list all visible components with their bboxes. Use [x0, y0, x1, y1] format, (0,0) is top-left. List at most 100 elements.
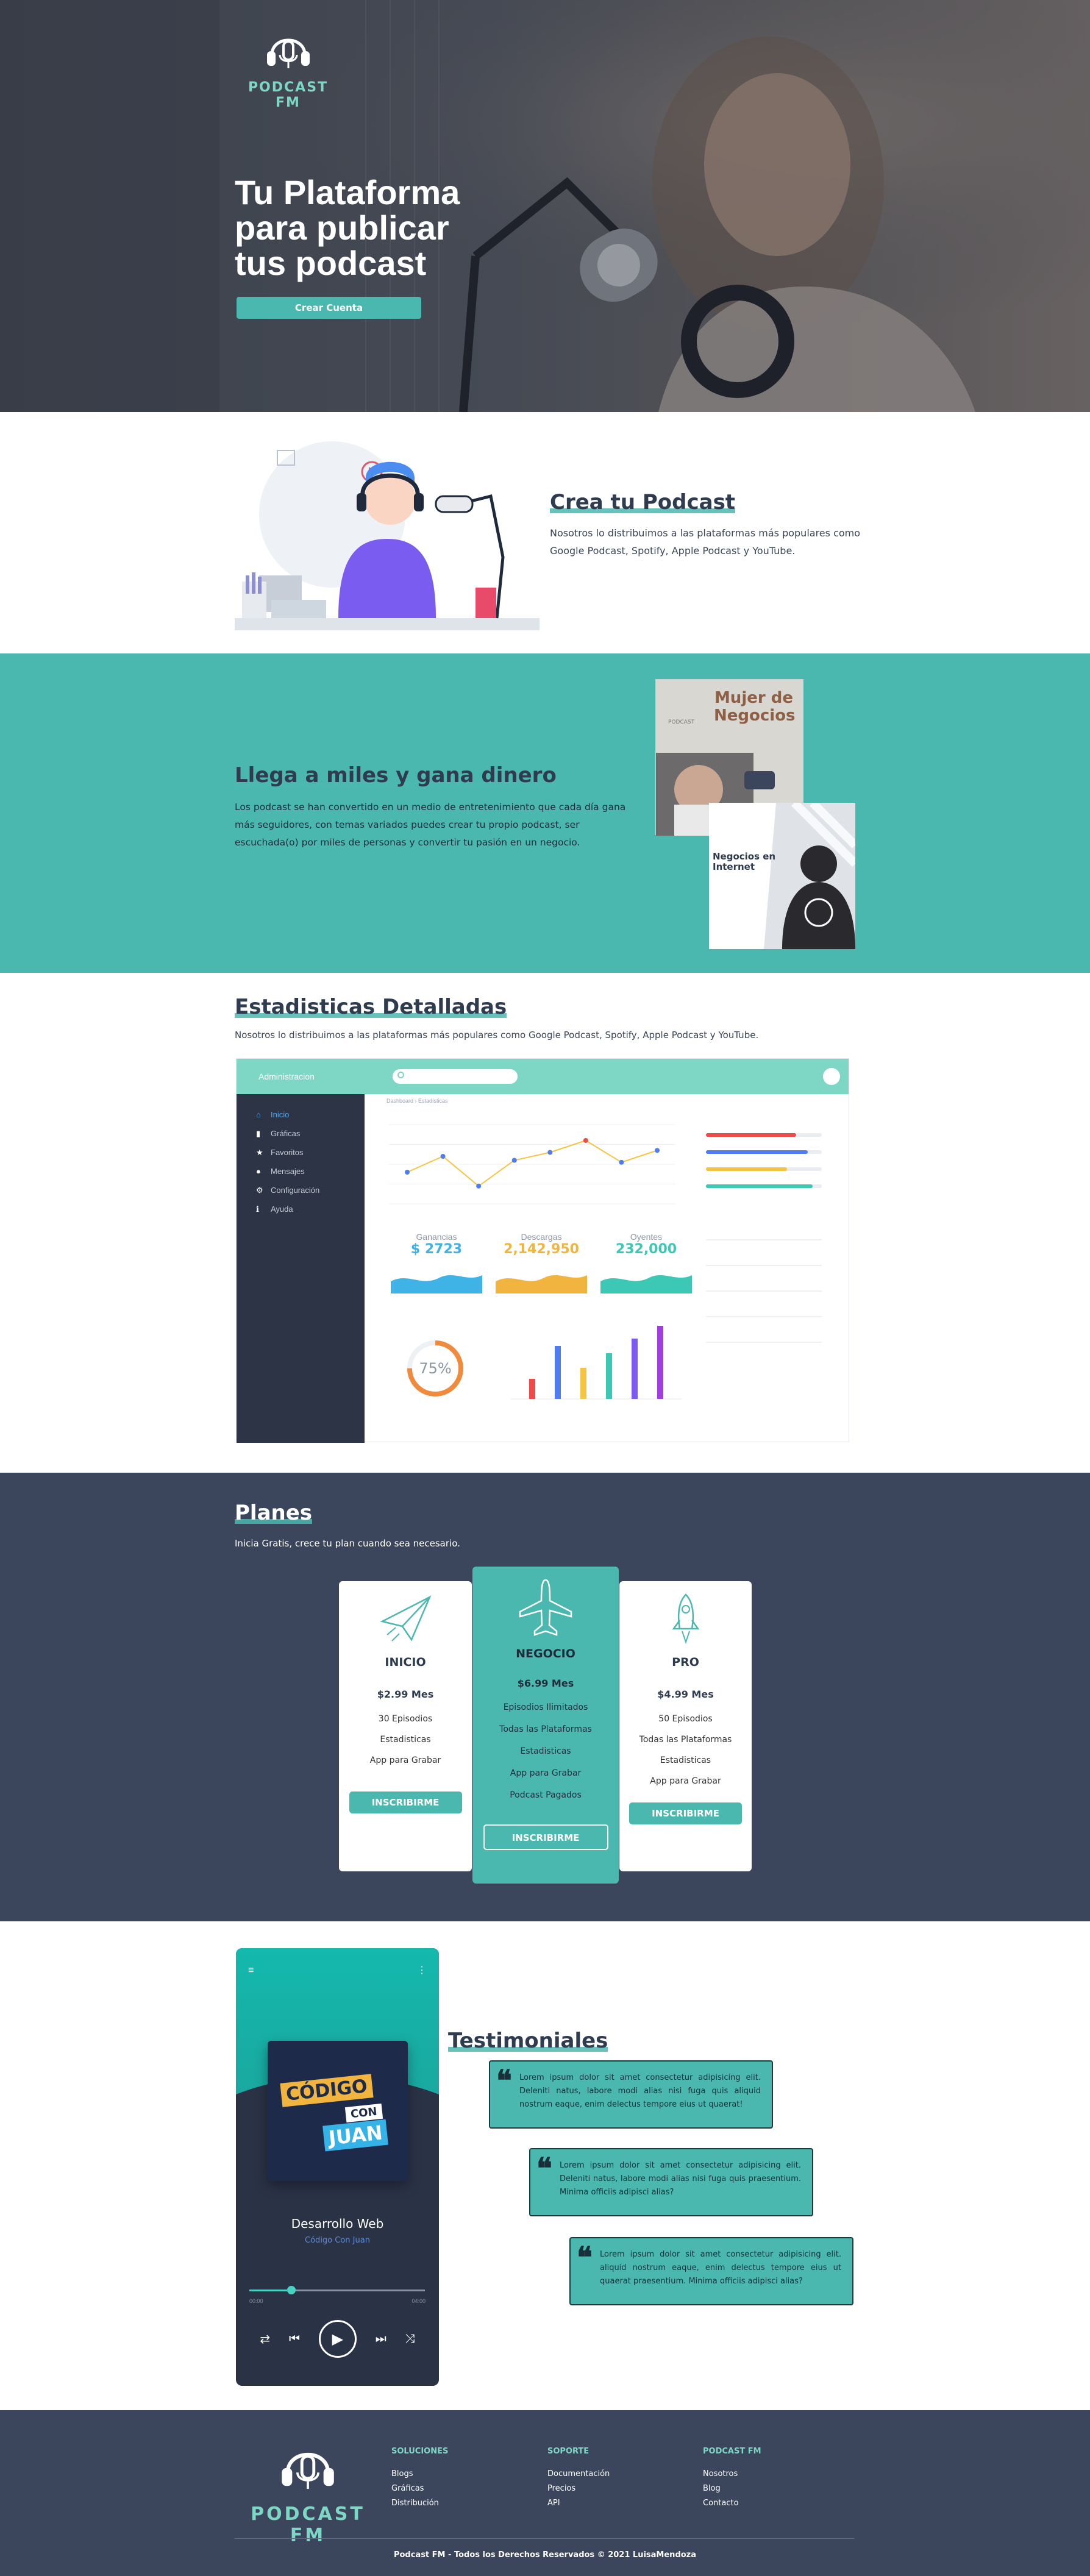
create-account-button[interactable]: Crear Cuenta	[237, 297, 421, 319]
activity-list	[706, 1228, 822, 1343]
bar	[657, 1326, 663, 1399]
hero-section: PODCAST FM Tu Plataforma para publicar t…	[0, 0, 1090, 412]
footer-link[interactable]: Gráficas	[391, 2482, 448, 2496]
plan-name: PRO	[672, 1656, 699, 1669]
data-point	[619, 1159, 624, 1165]
brand-name: PODCAST FM	[248, 80, 329, 110]
sidebar-item-label: Configuración	[271, 1186, 320, 1195]
testimonial-text: Lorem ipsum dolor sit amet consectetur a…	[560, 2161, 801, 2197]
testimonial-card: ❝ Lorem ipsum dolor sit amet consectetur…	[569, 2237, 853, 2305]
reach-section: Llega a miles y gana dinero Los podcast …	[0, 653, 1090, 973]
paper-plane-icon	[380, 1595, 432, 1642]
plan-inicio: INICIO $2.99 Mes 30 Episodios Estadistic…	[339, 1581, 472, 1871]
testimonial-card: ❝ Lorem ipsum dolor sit amet consectetur…	[489, 2060, 773, 2129]
dashboard-sidebar: ⌂ Inicio ▮ Gráficas ★ Favoritos ● Mensajes ⚙ Conf…	[237, 1094, 365, 1443]
shuffle-icon[interactable]: ⤨	[405, 2332, 415, 2346]
menu-icon[interactable]: ≡	[248, 1965, 254, 1976]
sidebar-item[interactable]: ★ Favoritos	[237, 1143, 365, 1162]
footer-link[interactable]: Nosotros	[703, 2467, 761, 2482]
footer-link[interactable]: Blog	[703, 2482, 761, 2496]
avatar[interactable]	[823, 1068, 840, 1085]
plans-section: Planes Inicia Gratis, crece tu plan cuan…	[0, 1473, 1090, 1921]
copyright: Podcast FM - Todos los Derechos Reservad…	[393, 2550, 697, 2560]
footer-link[interactable]: Blogs	[391, 2467, 448, 2482]
dashboard-search[interactable]	[393, 1069, 518, 1084]
repeat-icon[interactable]: ⇄	[260, 2332, 270, 2347]
home-icon: ⌂	[256, 1110, 261, 1119]
album-title-line1: CÓDIGO	[280, 2074, 374, 2107]
dashboard-main: Dashboard › Estadísticas Ganancias $ 2723…	[365, 1094, 849, 1442]
sidebar-item[interactable]: ℹ Ayuda	[237, 1200, 365, 1219]
testimonial-card: ❝ Lorem ipsum dolor sit amet consectetur…	[529, 2148, 813, 2216]
metric-card: Descargas 2,142,950	[494, 1232, 589, 1297]
sidebar-item[interactable]: ▮ Gráficas	[237, 1124, 365, 1143]
stats-section: Estadisticas Detalladas Nosotros lo dist…	[0, 973, 1090, 1473]
donut-chart: 75%	[407, 1340, 463, 1397]
footer-link[interactable]: Distribución	[391, 2496, 448, 2511]
next-icon[interactable]: ⏭	[376, 2332, 386, 2346]
create-title: Crea tu Podcast	[550, 490, 736, 514]
footer-column-title: SOLUCIONES	[391, 2447, 449, 2456]
plans-title: Planes	[235, 1501, 313, 1525]
plan-feature: Todas las Plataformas	[639, 1735, 732, 1745]
previous-icon[interactable]: ⏮	[289, 2332, 300, 2346]
reach-title: Llega a miles y gana dinero	[235, 763, 557, 788]
subscribe-button-negocio[interactable]: INSCRIBIRME	[483, 1824, 608, 1850]
plan-feature: Todas las Plataformas	[499, 1724, 592, 1734]
track-title: Desarrollo Web	[291, 2216, 384, 2231]
footer-link[interactable]: Documentación	[547, 2467, 610, 2482]
footer-divider	[235, 2538, 855, 2539]
more-options-icon[interactable]: ⋮	[417, 1964, 427, 1976]
testimonials-section: ≡ ⋮ CÓDIGO CON JUAN Desarrollo Web Códig…	[0, 1921, 1090, 2410]
footer-link[interactable]: Contacto	[703, 2496, 761, 2511]
metric-label: Oyentes	[630, 1232, 663, 1242]
subscribe-button-pro[interactable]: INSCRIBIRME	[629, 1802, 742, 1824]
elapsed-time: 00:00	[249, 2298, 263, 2304]
brand-logo[interactable]: PODCAST FM	[235, 24, 341, 110]
plan-name: NEGOCIO	[516, 1647, 575, 1660]
metric-label: Ganancias	[416, 1232, 457, 1242]
rocket-icon	[672, 1593, 699, 1645]
reach-text: Los podcast se han convertido en un medi…	[235, 802, 626, 848]
footer-logo[interactable]: PODCAST FM	[235, 2435, 381, 2546]
gear-icon: ⚙	[256, 1185, 263, 1195]
sidebar-item[interactable]: ● Mensajes	[237, 1162, 365, 1181]
footer-column-soluciones: SOLUCIONES Blogs Gráficas Distribución	[391, 2447, 448, 2511]
footer-link[interactable]: Precios	[547, 2482, 610, 2496]
sidebar-item-label: Gráficas	[271, 1129, 301, 1138]
play-icon: ▶	[332, 2330, 344, 2347]
plan-feature: Estadisticas	[380, 1735, 431, 1745]
metric-card: Ganancias $ 2723	[389, 1232, 484, 1297]
testimonial-text: Lorem ipsum dolor sit amet consectetur a…	[519, 2073, 761, 2109]
progress-slider[interactable]	[249, 2286, 425, 2294]
create-section: Crea tu Podcast Nosotros lo distribuimos…	[0, 412, 1090, 653]
metric-area-chart	[496, 1275, 587, 1293]
message-icon: ●	[256, 1167, 261, 1176]
line-chart	[389, 1124, 675, 1204]
footer-link[interactable]: API	[547, 2496, 610, 2511]
internet-business-card: Negocios en Internet	[709, 803, 855, 949]
bar	[555, 1346, 561, 1399]
sidebar-item-label: Mensajes	[271, 1167, 305, 1176]
sidebar-item[interactable]: ⚙ Configuración	[237, 1181, 365, 1200]
metric-area-chart	[391, 1275, 482, 1293]
metric-value: 2,142,950	[504, 1242, 579, 1257]
track-artist: Código Con Juan	[305, 2236, 370, 2245]
info-icon: ℹ	[256, 1204, 259, 1214]
play-button[interactable]: ▶	[318, 2320, 357, 2358]
data-point	[655, 1148, 660, 1153]
plan-name: INICIO	[385, 1656, 426, 1669]
dashboard-brand: Administracion	[258, 1072, 315, 1081]
search-icon	[397, 1072, 404, 1078]
footer-column-soporte: SOPORTE Documentación Precios API	[547, 2447, 610, 2511]
subscribe-button-inicio[interactable]: INSCRIBIRME	[349, 1791, 462, 1813]
plan-price: $6.99 Mes	[517, 1678, 574, 1689]
plan-feature: App para Grabar	[650, 1776, 721, 1786]
internet-business-caption: Negocios en Internet	[713, 851, 776, 872]
album-cover: CÓDIGO CON JUAN	[268, 2041, 408, 2181]
metric-value: 232,000	[615, 1242, 677, 1257]
data-point	[440, 1154, 446, 1159]
metric-label: Descargas	[521, 1232, 562, 1242]
sidebar-item[interactable]: ⌂ Inicio	[237, 1105, 365, 1124]
plan-negocio: NEGOCIO $6.99 Mes Episodios Ilimitados T…	[472, 1567, 619, 1884]
